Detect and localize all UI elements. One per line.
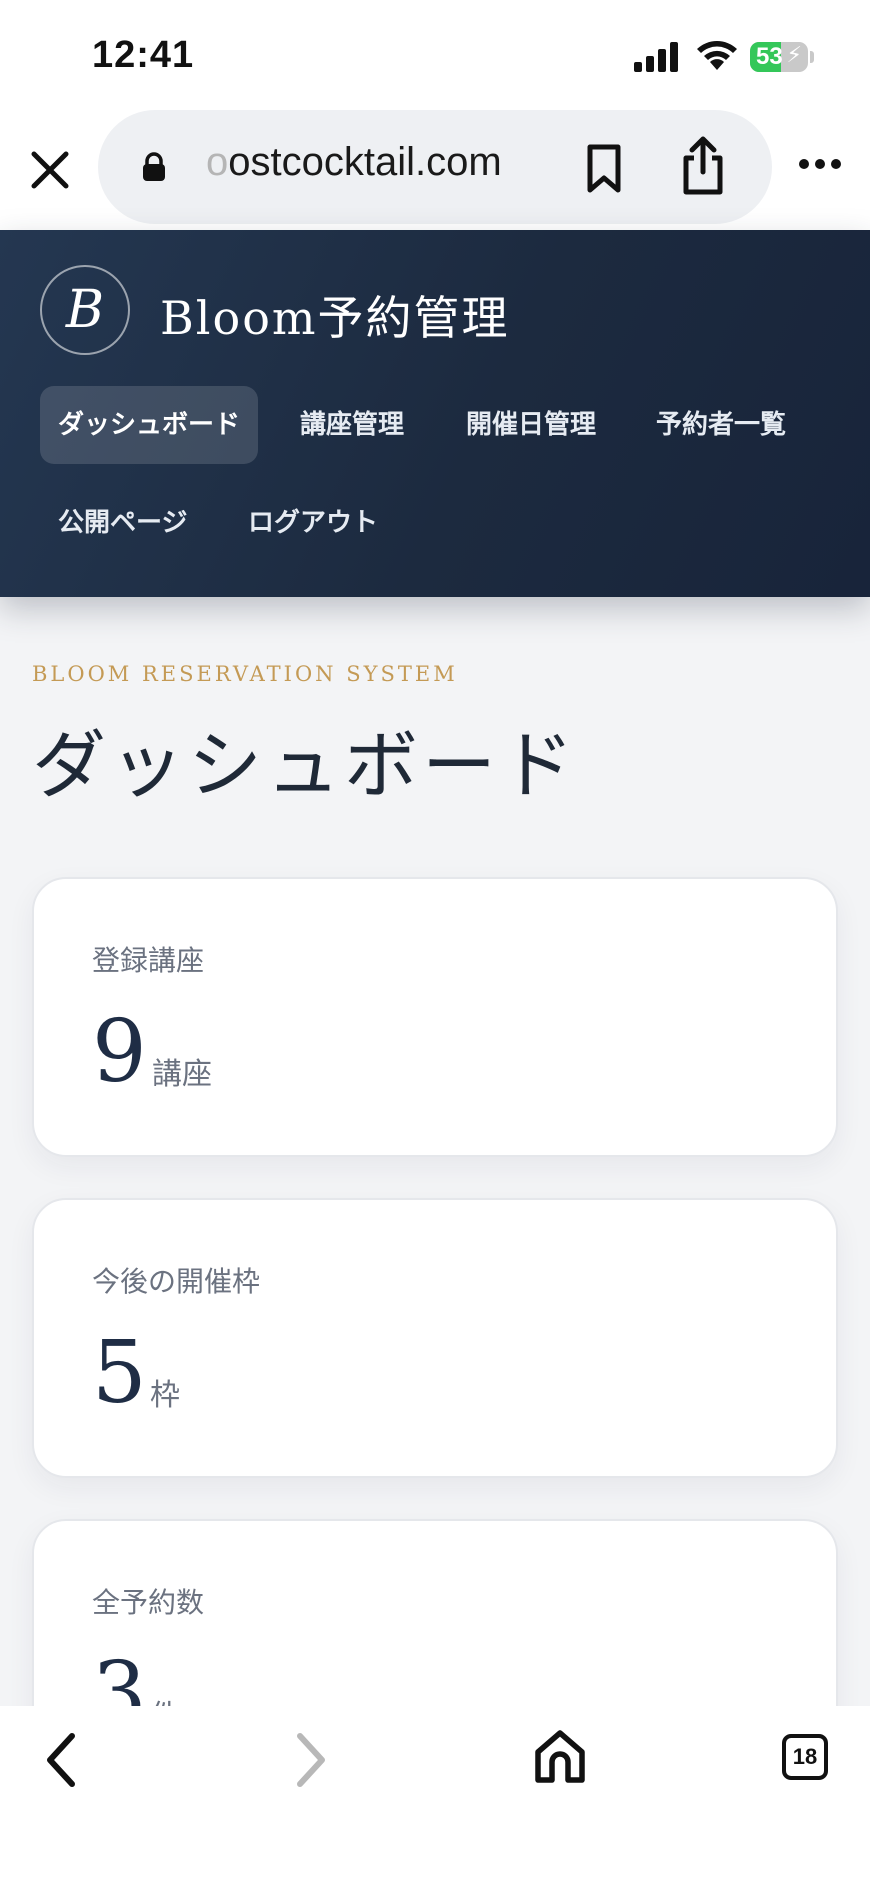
- nav-dashboard[interactable]: ダッシュボード: [40, 386, 259, 464]
- status-bar: 12:41 53 ⚡: [0, 0, 870, 110]
- battery-icon: 53 ⚡: [750, 42, 808, 72]
- more-options-icon[interactable]: [798, 158, 842, 170]
- nav-public-page[interactable]: 公開ページ: [40, 484, 205, 562]
- lock-icon: [143, 152, 165, 181]
- browser-bottom-toolbar: 18: [0, 1706, 870, 1882]
- close-icon[interactable]: [20, 140, 80, 200]
- status-time: 12:41: [92, 34, 195, 76]
- section-eyebrow: BLOOM RESERVATION SYSTEM: [32, 662, 458, 686]
- stat-unit: 講座: [152, 1057, 212, 1092]
- forward-icon[interactable]: [284, 1730, 334, 1790]
- app-header: B Bloom予約管理 ダッシュボード 講座管理 開催日管理 予約者一覧 公開ペ…: [0, 230, 870, 597]
- stat-card-upcoming-slots: 今後の開催枠 5 枠: [32, 1198, 838, 1478]
- share-icon[interactable]: [680, 136, 726, 196]
- stat-unit: 枠: [150, 1378, 180, 1413]
- brand-name[interactable]: Bloom予約管理: [160, 282, 510, 348]
- nav-courses[interactable]: 講座管理: [282, 386, 422, 464]
- browser-toolbar: oostcocktail.com: [0, 110, 870, 230]
- stat-value: 5: [92, 1323, 147, 1423]
- address-bar[interactable]: oostcocktail.com: [98, 110, 772, 224]
- stat-label: 今後の開催枠: [92, 1265, 261, 1298]
- bookmark-icon[interactable]: [584, 144, 624, 194]
- url-text[interactable]: oostcocktail.com: [206, 140, 502, 185]
- logo[interactable]: B: [40, 265, 130, 355]
- stat-label: 全予約数: [92, 1586, 205, 1619]
- back-icon[interactable]: [38, 1730, 88, 1790]
- stat-value: 9: [92, 1002, 147, 1102]
- page-title: ダッシュボード: [32, 723, 578, 809]
- home-icon[interactable]: [532, 1728, 588, 1786]
- tabs-count-icon[interactable]: 18: [782, 1734, 828, 1780]
- nav-schedule[interactable]: 開催日管理: [448, 386, 614, 464]
- cellular-signal-icon: [634, 42, 678, 72]
- stat-card-courses: 登録講座 9 講座: [32, 877, 838, 1157]
- nav-logout[interactable]: ログアウト: [230, 484, 396, 562]
- nav-reservations[interactable]: 予約者一覧: [638, 386, 804, 464]
- wifi-icon: [697, 41, 737, 70]
- battery-level: 53: [756, 43, 783, 70]
- stat-label: 登録講座: [92, 944, 205, 977]
